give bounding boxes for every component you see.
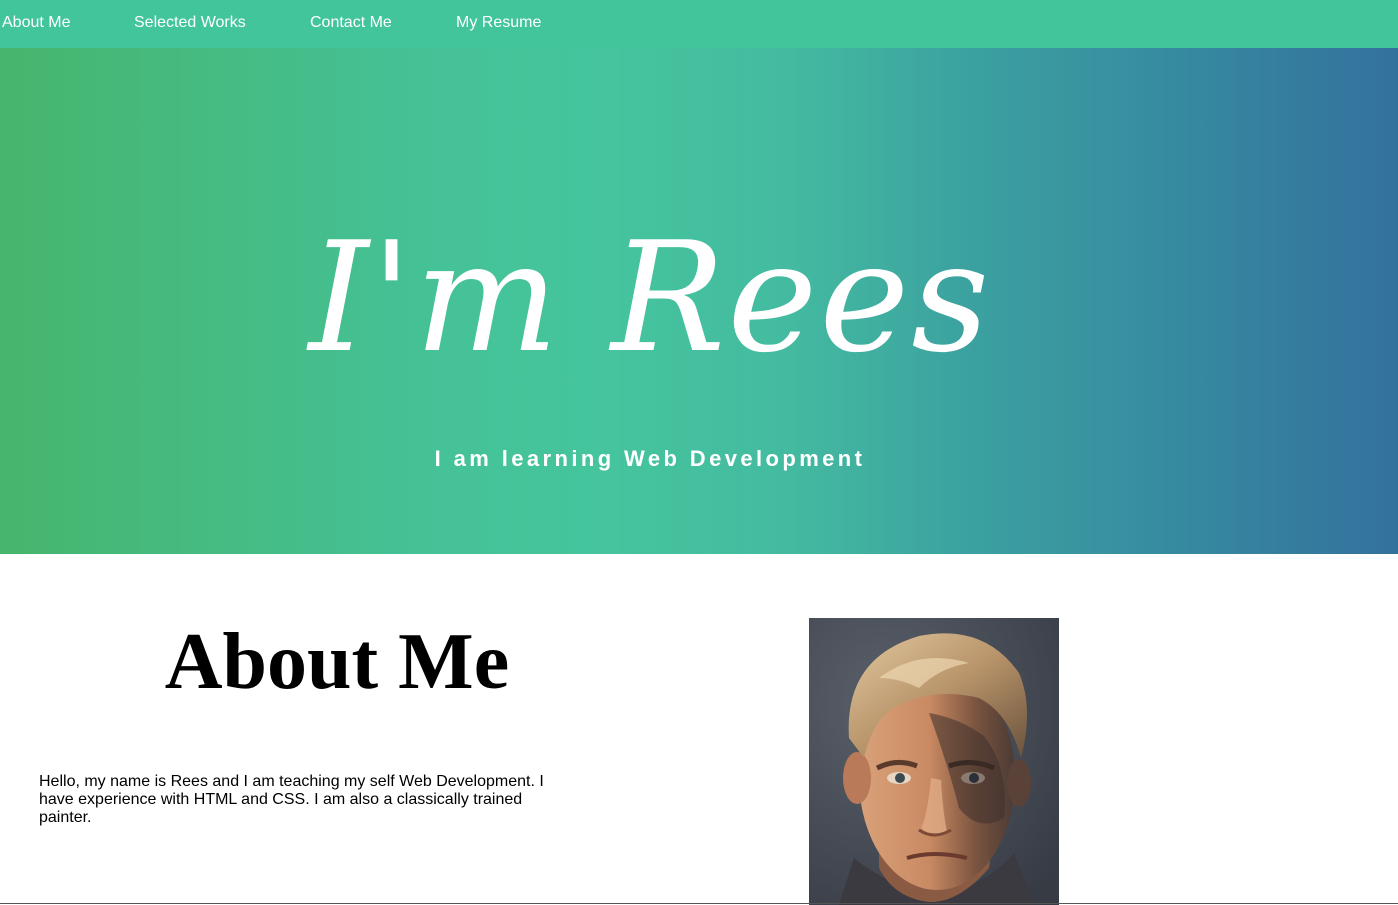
nav-link-about-me[interactable]: About Me xyxy=(2,13,70,32)
self-portrait-painting xyxy=(809,618,1059,905)
hero-title: I'm Rees xyxy=(308,209,992,386)
nav-link-my-resume[interactable]: My Resume xyxy=(456,13,541,32)
nav-link-selected-works[interactable]: Selected Works xyxy=(134,13,246,32)
about-paragraph: Hello, my name is Rees and I am teaching… xyxy=(39,773,544,826)
nav-link-contact-me[interactable]: Contact Me xyxy=(310,13,392,32)
top-navbar: About Me Selected Works Contact Me My Re… xyxy=(0,0,1398,48)
bottom-divider xyxy=(0,903,1398,904)
about-heading: About Me xyxy=(164,618,510,706)
portrait-image xyxy=(809,618,1059,905)
hero-subtitle: I am learning Web Development xyxy=(434,446,866,471)
hero-banner: I'm Rees I am learning Web Development xyxy=(0,48,1398,554)
